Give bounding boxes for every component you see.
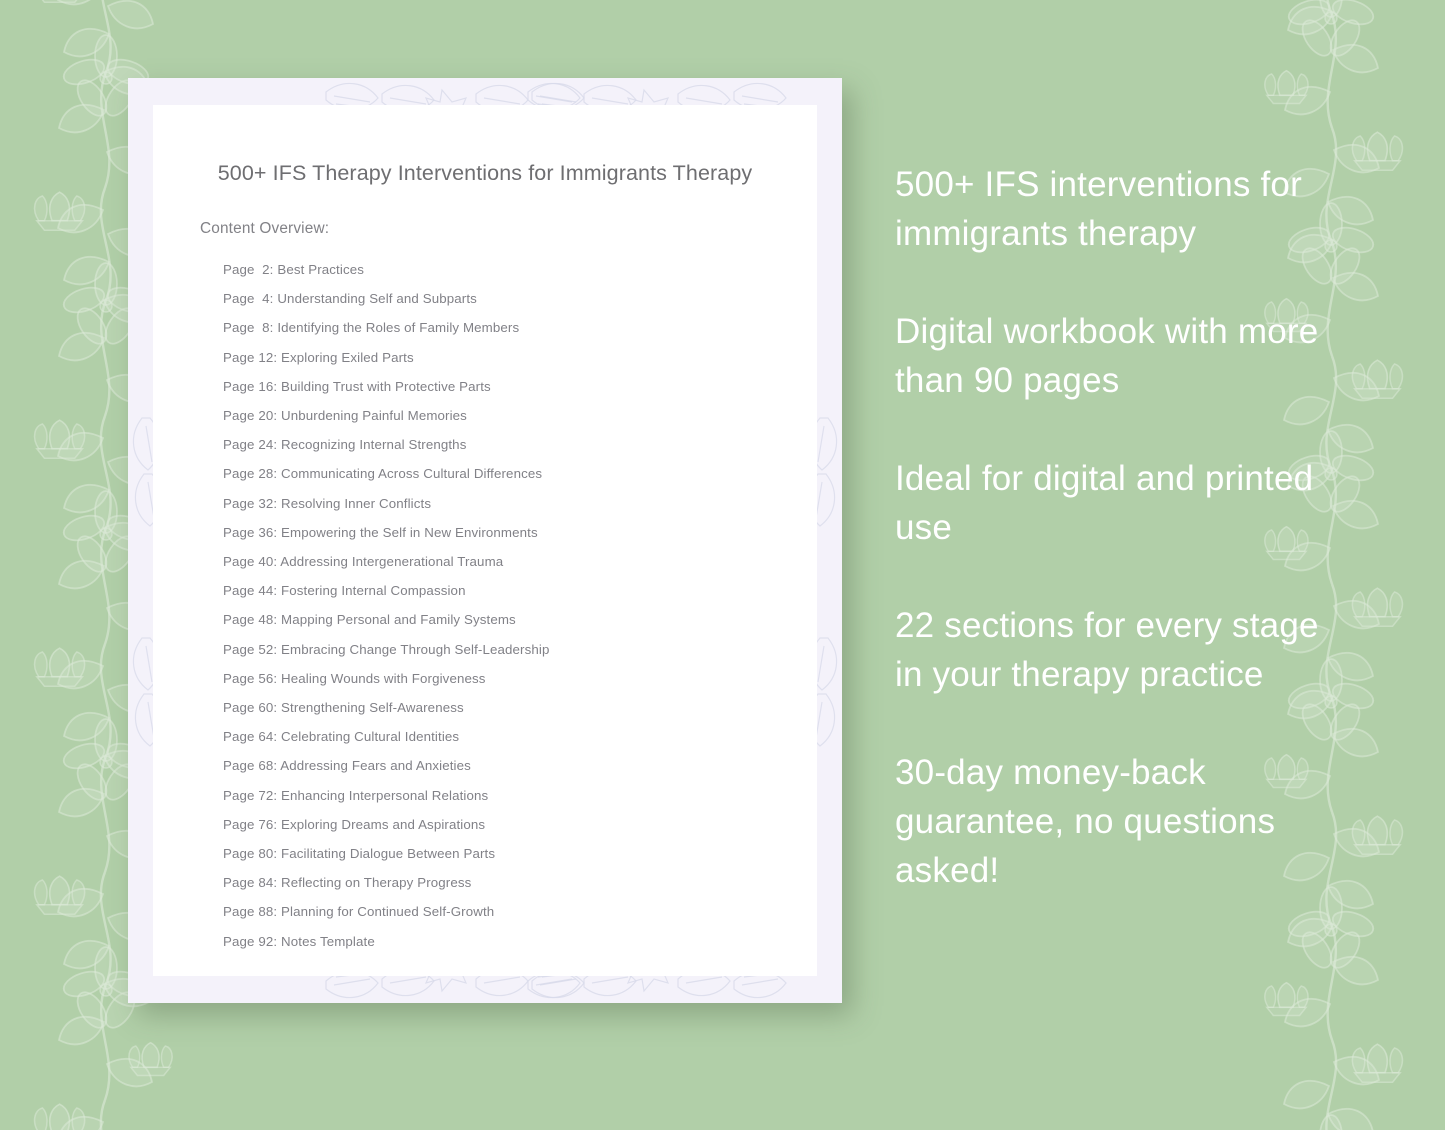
toc-entry-title: Unburdening Painful Memories: [281, 408, 467, 424]
toc-entry: Page 8: Identifying the Roles of Family …: [223, 313, 817, 342]
toc-page-label: Page 28:: [223, 466, 278, 482]
document-preview-card[interactable]: 500+ IFS Therapy Interventions for Immig…: [128, 78, 842, 1003]
toc-page-label: Page 20:: [223, 408, 278, 424]
toc-page-label: Page 68:: [223, 758, 278, 774]
toc-entry-title: Embracing Change Through Self-Leadership: [281, 641, 550, 657]
toc-entry-title: Reflecting on Therapy Progress: [281, 875, 472, 891]
toc-entry: Page 2: Best Practices: [223, 255, 817, 284]
toc-page-label: Page 48:: [223, 612, 278, 628]
toc-page-label: Page 60:: [223, 700, 278, 716]
document-page: 500+ IFS Therapy Interventions for Immig…: [153, 105, 817, 976]
toc-entry: Page 32: Resolving Inner Conflicts: [223, 489, 817, 518]
toc-page-label: Page 84:: [223, 875, 278, 891]
toc-entry: Page 92: Notes Template: [223, 927, 817, 956]
toc-page-label: Page 76:: [223, 816, 278, 832]
toc-entry-title: Addressing Intergenerational Trauma: [280, 554, 504, 570]
toc-entry-title: Identifying the Roles of Family Members: [277, 320, 520, 336]
toc-entry: Page 72: Enhancing Interpersonal Relatio…: [223, 781, 817, 810]
toc-entry-title: Communicating Across Cultural Difference…: [281, 466, 543, 482]
content-overview-heading: Content Overview:: [200, 220, 330, 237]
toc-entry: Page 24: Recognizing Internal Strengths: [223, 430, 817, 459]
toc-entry-title: Empowering the Self in New Environments: [281, 524, 538, 540]
toc-page-label: Page 56:: [223, 670, 278, 686]
toc-entry: Page 20: Unburdening Painful Memories: [223, 401, 817, 430]
page-title: 500+ IFS Therapy Interventions for Immig…: [217, 161, 753, 185]
toc-page-label: Page 32:: [223, 495, 278, 511]
toc-entry-title: Addressing Fears and Anxieties: [280, 758, 471, 774]
toc-page-label: Page 88:: [223, 904, 278, 920]
benefit-item: 22 sections for every stage in your ther…: [895, 606, 1319, 694]
toc-entry-title: Understanding Self and Subparts: [277, 291, 477, 307]
toc-entry: Page 12: Exploring Exiled Parts: [223, 343, 817, 372]
benefit-item: Digital workbook with more than 90 pages: [895, 312, 1319, 400]
toc-entry-title: Exploring Dreams and Aspirations: [281, 816, 486, 832]
toc-entry: Page 84: Reflecting on Therapy Progress: [223, 868, 817, 897]
toc-entry: Page 64: Celebrating Cultural Identities: [223, 722, 817, 751]
benefits-panel: 500+ IFS interventions for immigrants th…: [895, 160, 1335, 895]
toc-entry-title: Recognizing Internal Strengths: [281, 437, 467, 453]
toc-entry: Page 52: Embracing Change Through Self-L…: [223, 635, 817, 664]
benefit-item: 500+ IFS interventions for immigrants th…: [895, 165, 1302, 253]
toc-entry-title: Notes Template: [281, 933, 375, 949]
toc-page-label: Page 36:: [223, 524, 278, 540]
toc-entry: Page 40: Addressing Intergenerational Tr…: [223, 547, 817, 576]
toc-entry: Page 76: Exploring Dreams and Aspiration…: [223, 810, 817, 839]
toc-page-label: Page 92:: [223, 933, 278, 949]
toc-entry: Page 4: Understanding Self and Subparts: [223, 284, 817, 313]
toc-entry: Page 44: Fostering Internal Compassion: [223, 576, 817, 605]
toc-entry: Page 28: Communicating Across Cultural D…: [223, 459, 817, 488]
toc-page-label: Page 64:: [223, 729, 278, 745]
toc-page-label: Page 8:: [223, 320, 274, 336]
toc-entry: Page 36: Empowering the Self in New Envi…: [223, 518, 817, 547]
toc-entry-title: Fostering Internal Compassion: [281, 583, 466, 599]
benefit-item: Ideal for digital and printed use: [895, 459, 1314, 547]
toc-entry: Page 88: Planning for Continued Self-Gro…: [223, 897, 817, 926]
toc-page-label: Page 72:: [223, 787, 278, 803]
toc-entry-title: Celebrating Cultural Identities: [281, 729, 460, 745]
toc-entry-title: Healing Wounds with Forgiveness: [281, 670, 486, 686]
toc-entry: Page 68: Addressing Fears and Anxieties: [223, 751, 817, 780]
toc-page-label: Page 2:: [223, 262, 274, 277]
benefit-item: 30-day money-back guarantee, no question…: [895, 753, 1276, 890]
toc-page-label: Page 80:: [223, 846, 278, 862]
toc-entry: Page 80: Facilitating Dialogue Between P…: [223, 839, 817, 868]
toc-page-label: Page 24:: [223, 437, 278, 453]
toc-entry: Page 16: Building Trust with Protective …: [223, 372, 817, 401]
toc-page-label: Page 52:: [223, 641, 278, 657]
toc-entry: Page 60: Strengthening Self-Awareness: [223, 693, 817, 722]
toc-entry-title: Building Trust with Protective Parts: [281, 378, 491, 394]
toc-entry-title: Strengthening Self-Awareness: [281, 700, 464, 716]
toc-entry-title: Exploring Exiled Parts: [281, 349, 414, 365]
toc-entry-title: Best Practices: [277, 262, 364, 277]
toc-entry-title: Resolving Inner Conflicts: [281, 495, 432, 511]
toc-entry: Page 56: Healing Wounds with Forgiveness: [223, 664, 817, 693]
toc-page-label: Page 16:: [223, 378, 278, 394]
toc-entry-title: Planning for Continued Self-Growth: [281, 904, 495, 920]
toc-page-label: Page 4:: [223, 291, 274, 307]
toc-entry-title: Mapping Personal and Family Systems: [281, 612, 516, 628]
toc-entry-title: Enhancing Interpersonal Relations: [281, 787, 489, 803]
toc-page-label: Page 44:: [223, 583, 278, 599]
toc-entry-title: Facilitating Dialogue Between Parts: [281, 846, 496, 862]
toc-page-label: Page 40:: [223, 554, 278, 570]
toc-entry: Page 48: Mapping Personal and Family Sys…: [223, 605, 817, 634]
table-of-contents-list: Page 2: Best Practices Page 4: Understan…: [153, 238, 817, 956]
toc-page-label: Page 12:: [223, 349, 278, 365]
